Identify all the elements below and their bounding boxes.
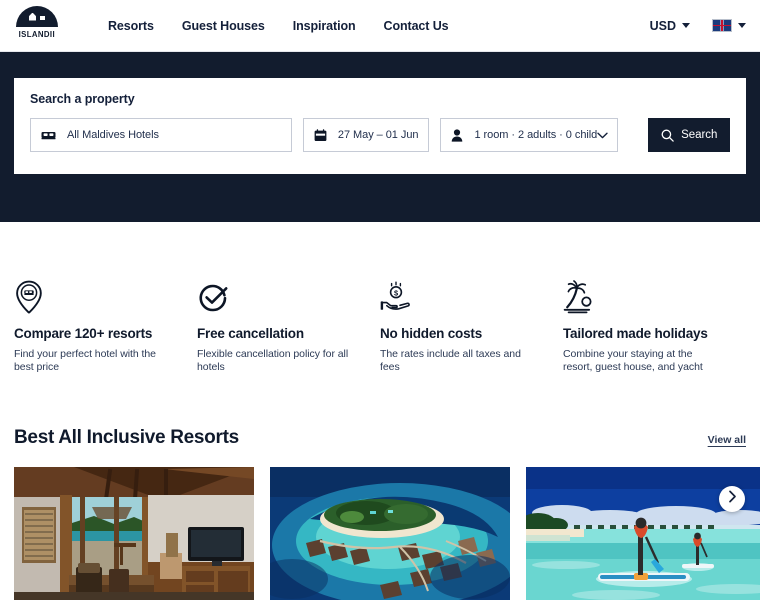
feature-no-hidden-costs: $ No hidden costs The rates include all … [380, 280, 563, 375]
search-button[interactable]: Search [648, 118, 730, 152]
feature-compare-resorts: Compare 120+ resorts Find your perfect h… [14, 280, 197, 375]
feature-title: Tailored made holidays [563, 326, 708, 341]
nav-item-guest-houses[interactable]: Guest Houses [182, 19, 265, 33]
currency-label: USD [649, 18, 676, 33]
resort-carousel [0, 449, 760, 600]
nav-item-inspiration[interactable]: Inspiration [293, 19, 356, 33]
property-input-value: All Maldives Hotels [67, 129, 159, 141]
feature-tailored-holidays: Tailored made holidays Combine your stay… [563, 280, 746, 375]
feature-title: Compare 120+ resorts [14, 326, 153, 341]
palm-tree-icon [563, 280, 718, 314]
hand-holding-dollar-icon: $ [380, 280, 535, 314]
search-icon [661, 129, 674, 142]
bed-icon [41, 129, 56, 141]
guests-value: 1 room · 2 adults · 0 child [474, 129, 598, 141]
brand-logo[interactable]: ISLANDII [14, 5, 60, 46]
nav-item-resorts[interactable]: Resorts [108, 19, 154, 33]
check-circle-icon [197, 280, 352, 314]
island-dome-logo-icon [16, 5, 58, 27]
main-nav: Resorts Guest Houses Inspiration Contact… [108, 19, 449, 33]
feature-desc: Flexible cancellation policy for all hot… [197, 348, 349, 374]
feature-title: Free cancellation [197, 326, 304, 341]
view-all-link[interactable]: View all [708, 434, 746, 446]
uk-flag-icon [712, 19, 732, 32]
nav-item-contact-us[interactable]: Contact Us [384, 19, 449, 33]
chevron-right-icon [728, 490, 737, 508]
site-header: ISLANDII Resorts Guest Houses Inspiratio… [0, 0, 760, 52]
search-panel-title: Search a property [30, 92, 135, 106]
chevron-down-icon [597, 126, 609, 144]
header-utilities: USD [650, 19, 746, 33]
date-range-input[interactable]: 27 May – 01 Jun [302, 118, 430, 152]
feature-desc: The rates include all taxes and fees [380, 348, 521, 374]
feature-title: No hidden costs [380, 326, 483, 341]
search-panel: Search a property All Maldives Hotels 27… [14, 78, 746, 174]
guests-selector[interactable]: 1 room · 2 adults · 0 child [440, 118, 619, 152]
list-item[interactable] [14, 466, 254, 600]
caret-down-icon [682, 23, 690, 28]
resort-villa-interior-ocean-view [14, 466, 254, 600]
caret-down-icon [738, 23, 746, 28]
person-icon [451, 128, 463, 142]
section-header: Best All Inclusive Resorts View all [0, 375, 760, 449]
language-selector[interactable] [712, 19, 746, 32]
features-row: Compare 120+ resorts Find your perfect h… [0, 222, 760, 375]
hero-section: Search a property All Maldives Hotels 27… [0, 52, 760, 222]
calendar-icon [314, 128, 327, 142]
page-title: Best All Inclusive Resorts [14, 426, 239, 448]
search-button-label: Search [681, 129, 718, 141]
list-item[interactable] [270, 466, 510, 600]
currency-selector[interactable]: USD [650, 19, 690, 33]
search-fields-row: All Maldives Hotels 27 May – 01 Jun 1 ro… [30, 118, 730, 152]
carousel-next-button[interactable] [719, 485, 745, 512]
date-range-value: 27 May – 01 Jun [337, 129, 419, 141]
map-pin-bed-icon [14, 280, 169, 314]
feature-free-cancellation: Free cancellation Flexible cancellation … [197, 280, 380, 375]
svg-text:$: $ [394, 288, 398, 297]
property-input[interactable]: All Maldives Hotels [30, 118, 292, 152]
aerial-island-overwater-villas [270, 466, 510, 600]
feature-desc: Find your perfect hotel with the best pr… [14, 348, 156, 374]
brand-wordmark: ISLANDII [18, 28, 56, 39]
feature-desc: Combine your staying at the resort, gues… [563, 348, 703, 374]
